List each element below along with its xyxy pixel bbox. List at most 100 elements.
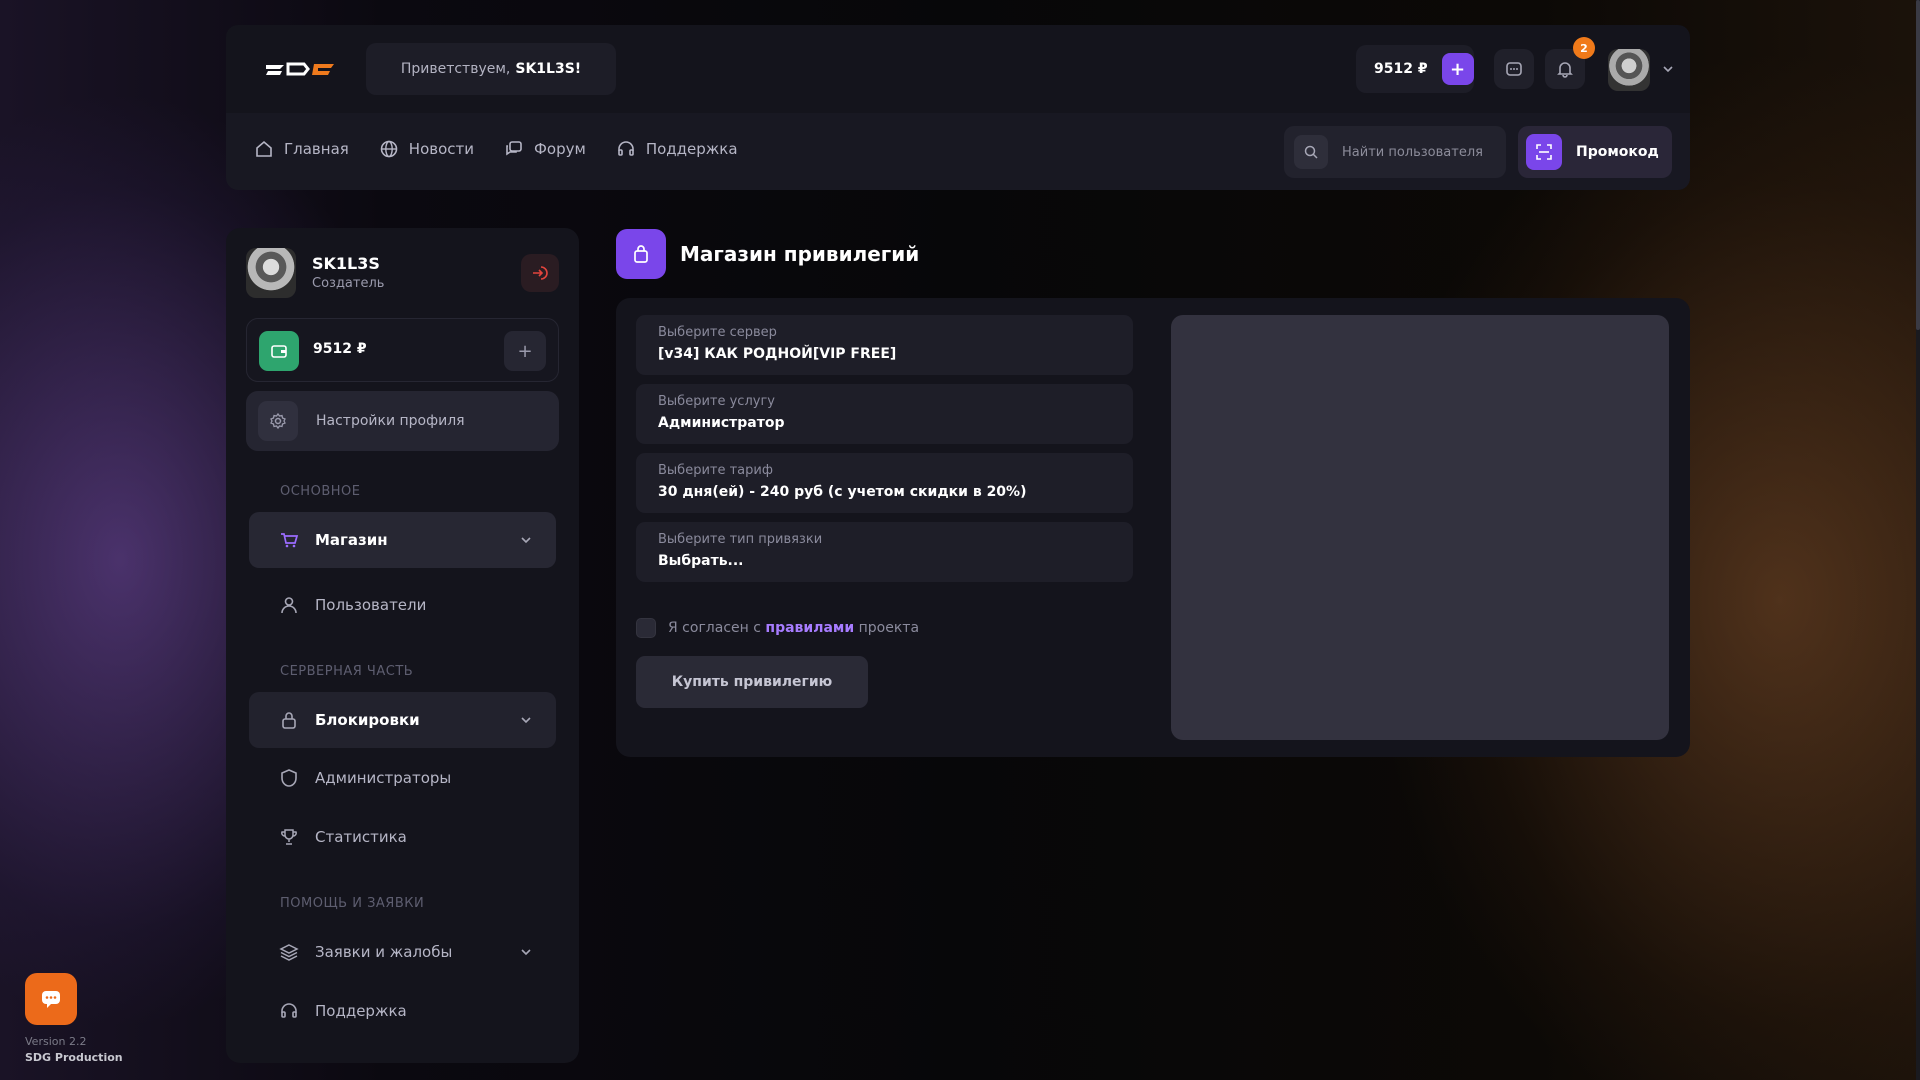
header-balance-amount: 9512 ₽ xyxy=(1374,61,1428,77)
sidebar-item-support-label: Поддержка xyxy=(315,1002,407,1020)
server-select[interactable]: Выберите сервер [v34] КАК РОДНОЙ[VIP FRE… xyxy=(636,315,1133,375)
sidebar-item-stats-label: Статистика xyxy=(315,828,407,846)
bell-icon xyxy=(1557,62,1573,78)
nav-bar: Главная Новости Форум Поддержка Промокод xyxy=(226,113,1690,190)
headset-icon xyxy=(618,141,634,156)
section-main-title: ОСНОВНОЕ xyxy=(280,484,361,499)
profile-role: Создатель xyxy=(312,276,385,291)
chevron-down-icon[interactable] xyxy=(1662,63,1674,75)
wallet-icon xyxy=(271,345,287,358)
tariff-select[interactable]: Выберите тариф 30 дня(ей) - 240 руб (с у… xyxy=(636,453,1133,513)
globe-icon xyxy=(380,140,398,158)
binding-type-label: Выберите тип привязки xyxy=(658,532,823,547)
sidebar-item-shop-label: Магазин xyxy=(315,531,388,549)
nav-forum-label: Форум xyxy=(534,140,586,158)
trophy-icon xyxy=(281,829,297,845)
scan-icon xyxy=(1536,144,1552,160)
scrollbar-thumb[interactable] xyxy=(1916,0,1920,330)
sidebar-item-tickets-label: Заявки и жалобы xyxy=(315,943,453,961)
wallet-add-button[interactable]: + xyxy=(504,331,546,371)
sidebar-item-bans[interactable]: Блокировки xyxy=(249,692,556,748)
section-server-title: СЕРВЕРНАЯ ЧАСТЬ xyxy=(280,664,414,679)
shop-card: Выберите сервер [v34] КАК РОДНОЙ[VIP FRE… xyxy=(616,298,1690,757)
nav-support[interactable]: Поддержка xyxy=(616,139,738,159)
top-header: Приветствуем, SK1L3S! 9512 ₽ + 2 xyxy=(226,25,1690,113)
sidebar-item-stats[interactable]: Статистика xyxy=(249,809,556,865)
sidebar-item-tickets[interactable]: Заявки и жалобы xyxy=(249,924,556,980)
search-icon-box xyxy=(1294,135,1328,169)
promo-button[interactable]: Промокод xyxy=(1518,126,1672,178)
sidebar-item-users[interactable]: Пользователи xyxy=(249,577,556,633)
nav-support-label: Поддержка xyxy=(645,140,738,158)
sidebar-item-shop[interactable]: Магазин xyxy=(249,512,556,568)
page-header: Магазин привилегий xyxy=(616,229,919,279)
profile-settings-button[interactable]: Настройки профиля xyxy=(246,391,559,451)
tariff-select-label: Выберите тариф xyxy=(658,463,773,478)
binding-type-value: Выбрать... xyxy=(658,553,744,569)
sidebar-item-support[interactable]: Поддержка xyxy=(249,983,556,1039)
service-select-label: Выберите услугу xyxy=(658,394,775,409)
wallet-card: 9512 ₽ + xyxy=(246,318,559,382)
binding-type-select[interactable]: Выберите тип привязки Выбрать... xyxy=(636,522,1133,582)
headset-icon xyxy=(281,1003,297,1018)
user-avatar[interactable] xyxy=(1608,49,1650,91)
sidebar-item-admins-label: Администраторы xyxy=(315,769,452,787)
nav-home[interactable]: Главная xyxy=(254,139,349,159)
message-icon xyxy=(1506,62,1522,76)
home-icon xyxy=(256,140,272,157)
service-select[interactable]: Выберите услугу Администратор xyxy=(636,384,1133,444)
logout-icon xyxy=(533,266,548,280)
section-help-title: ПОМОЩЬ И ЗАЯВКИ xyxy=(280,896,425,911)
nav-home-label: Главная xyxy=(284,140,349,158)
privilege-preview-panel xyxy=(1171,315,1669,740)
chat-bubbles-icon xyxy=(506,141,522,156)
version-text: Version 2.2 xyxy=(25,1035,87,1048)
notifications-button[interactable]: 2 xyxy=(1545,37,1595,89)
search-icon xyxy=(1304,145,1318,159)
greeting-box: Приветствуем, SK1L3S! xyxy=(366,43,616,95)
greeting-prefix: Приветствуем, xyxy=(400,61,511,77)
chevron-down-icon xyxy=(521,949,531,956)
chevron-down-icon xyxy=(521,537,531,544)
server-select-label: Выберите сервер xyxy=(658,325,777,340)
profile-avatar[interactable] xyxy=(246,248,296,298)
search-input[interactable] xyxy=(1342,144,1492,160)
layers-icon xyxy=(279,944,299,961)
page-scrollbar[interactable] xyxy=(1916,0,1920,1080)
messages-button[interactable] xyxy=(1494,49,1534,89)
rules-link[interactable]: правилами xyxy=(765,620,854,636)
chevron-down-icon xyxy=(521,717,531,724)
shop-bag-icon-box xyxy=(616,229,666,279)
tariff-select-value: 30 дня(ей) - 240 руб (с учетом скидки в … xyxy=(658,484,1027,500)
sidebar-item-admins[interactable]: Администраторы xyxy=(249,750,556,806)
nav-forum[interactable]: Форум xyxy=(504,139,586,159)
header-balance[interactable]: 9512 ₽ + xyxy=(1356,45,1474,93)
agree-prefix: Я согласен с xyxy=(668,620,761,636)
nav-news-label: Новости xyxy=(408,140,475,158)
settings-label: Настройки профиля xyxy=(316,413,465,429)
shopping-bag-icon xyxy=(634,245,648,263)
agree-suffix: проекта xyxy=(858,620,920,636)
chat-widget-button[interactable] xyxy=(25,973,77,1025)
wallet-icon-box xyxy=(259,331,299,371)
service-select-value: Администратор xyxy=(658,415,785,431)
agree-checkbox[interactable] xyxy=(636,618,656,638)
promo-icon-box xyxy=(1526,134,1562,170)
sdg-logo[interactable] xyxy=(264,61,338,77)
shield-icon xyxy=(281,769,297,787)
greeting-user: SK1L3S! xyxy=(515,61,582,77)
notification-badge: 2 xyxy=(1573,37,1595,59)
cart-icon xyxy=(281,533,299,548)
nav-news[interactable]: Новости xyxy=(379,139,474,159)
lock-icon xyxy=(282,712,296,729)
agree-text: Я согласен с правилами проекта xyxy=(668,620,919,636)
user-search[interactable] xyxy=(1284,126,1506,178)
logout-button[interactable] xyxy=(521,254,559,292)
rules-agreement: Я согласен с правилами проекта xyxy=(636,618,919,638)
page-title: Магазин привилегий xyxy=(680,242,920,266)
gear-icon xyxy=(270,412,286,430)
top-up-button[interactable]: + xyxy=(1441,53,1474,85)
wallet-amount: 9512 ₽ xyxy=(313,341,367,357)
settings-icon-box xyxy=(258,401,298,441)
buy-privilege-button[interactable]: Купить привилегию xyxy=(636,656,868,708)
